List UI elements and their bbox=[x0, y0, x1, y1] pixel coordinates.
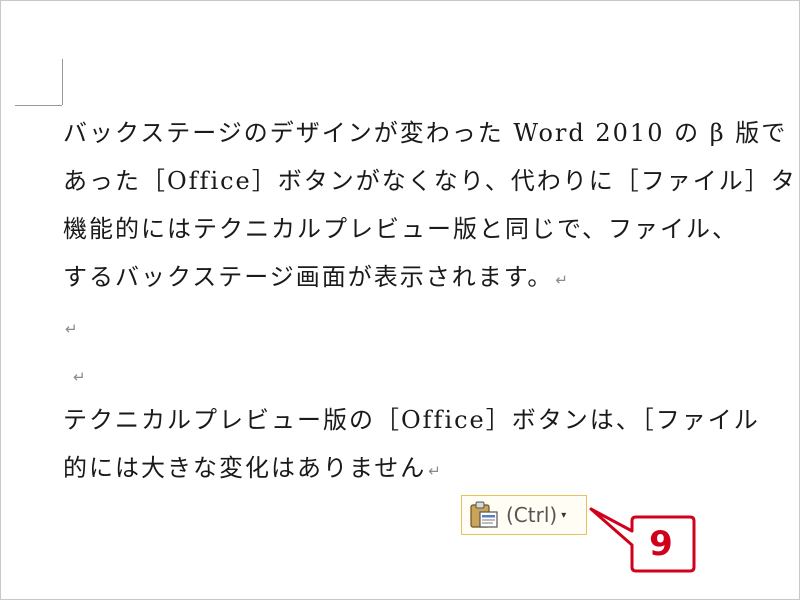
callout-number: 9 bbox=[649, 524, 673, 564]
clipboard-paste-icon bbox=[470, 501, 498, 528]
document-page: バックステージのデザインが変わった Word 2010 の β 版で あった［O… bbox=[0, 0, 800, 600]
paragraph-1-line-2[interactable]: あった［Office］ボタンがなくなり、代わりに［ファイル］タ bbox=[63, 166, 797, 196]
empty-paragraph-mark-icon[interactable]: ↵ bbox=[73, 367, 86, 387]
chevron-down-icon: ▾ bbox=[561, 509, 567, 521]
margin-crop-mark-horizontal bbox=[15, 105, 62, 106]
paragraph-mark-icon: ↵ bbox=[428, 462, 441, 480]
paste-options-button[interactable]: (Ctrl) ▾ bbox=[461, 495, 587, 535]
empty-paragraph-mark-icon[interactable]: ↵ bbox=[65, 319, 78, 339]
paragraph-1-line-3[interactable]: 機能的にはテクニカルプレビュー版と同じで、ファイル、 bbox=[63, 214, 738, 244]
paragraph-2-line-2[interactable]: 的には大きな変化はありません ↵ bbox=[63, 453, 441, 486]
paragraph-1-line-1[interactable]: バックステージのデザインが変わった Word 2010 の β 版で bbox=[63, 118, 787, 148]
margin-crop-mark-vertical bbox=[62, 59, 63, 105]
paragraph-mark-icon: ↵ bbox=[555, 271, 568, 289]
paragraph-1-line-4[interactable]: するバックステージ画面が表示されます。 ↵ bbox=[63, 262, 568, 295]
paragraph-2-line-1[interactable]: テクニカルプレビュー版の［Office］ボタンは、［ファイル bbox=[63, 405, 760, 435]
paste-options-label: (Ctrl) bbox=[506, 503, 558, 527]
